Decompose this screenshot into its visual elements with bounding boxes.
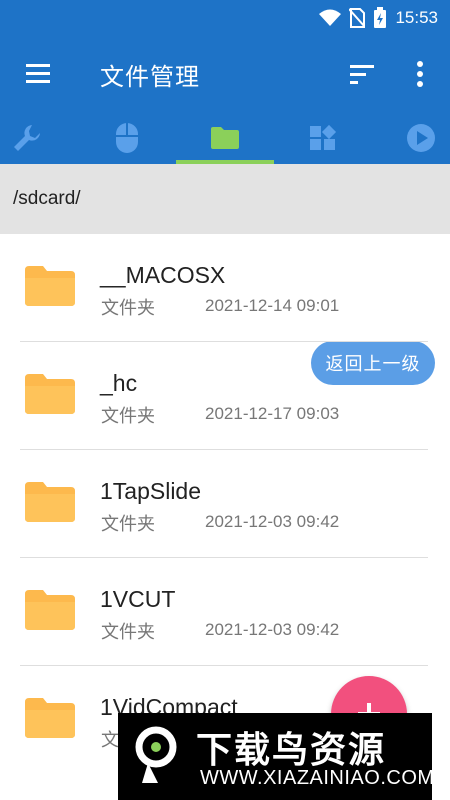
page-title: 文件管理 <box>100 63 200 91</box>
tab-mouse[interactable] <box>78 112 176 164</box>
file-type: 文件夹 <box>101 514 155 535</box>
battery-charging-icon <box>374 7 387 28</box>
mouse-icon <box>116 123 138 153</box>
folder-icon <box>211 127 239 149</box>
tab-tools[interactable] <box>0 112 76 164</box>
bird-logo-icon <box>135 726 177 783</box>
file-date: 2021-12-14 09:01 <box>205 296 340 315</box>
list-item[interactable]: __MACOSX 文件夹 2021-12-14 09:01 <box>0 234 450 342</box>
file-type: 文件夹 <box>101 298 155 319</box>
file-type: 文件夹 <box>101 622 155 643</box>
file-type: 文件夹 <box>101 406 155 427</box>
folder-icon <box>25 698 75 738</box>
path-bar: /sdcard/ 返回上一级 <box>0 164 450 385</box>
current-path: /sdcard/ <box>13 188 81 209</box>
tab-media[interactable] <box>372 112 450 164</box>
tab-apps[interactable] <box>274 112 372 164</box>
watermark-title: 下载鸟资源 <box>196 730 387 771</box>
status-bar: 15:53 <box>0 0 450 36</box>
folder-icon <box>25 482 75 522</box>
apps-icon <box>310 124 337 150</box>
tab-files[interactable] <box>176 112 274 164</box>
folder-icon <box>25 266 75 306</box>
file-name: 1TapSlide <box>100 478 202 504</box>
file-name: _hc <box>100 370 138 396</box>
play-icon <box>407 124 435 152</box>
tab-bar <box>0 112 450 164</box>
sort-icon[interactable] <box>348 62 376 86</box>
wifi-icon <box>319 9 342 26</box>
more-vert-icon[interactable] <box>410 60 430 88</box>
watermark-banner: 下载鸟资源 WWW.XIAZAINIAO.COM <box>118 713 435 800</box>
list-item[interactable]: 1VCUT 文件夹 2021-12-03 09:42 <box>0 558 450 666</box>
list-item[interactable]: 1TapSlide 文件夹 2021-12-03 09:42 <box>0 450 450 558</box>
wrench-icon <box>14 125 40 151</box>
no-sim-icon <box>349 8 366 28</box>
file-date: 2021-12-03 09:42 <box>205 620 340 639</box>
status-time: 15:53 <box>395 8 438 27</box>
file-date: 2021-12-03 09:42 <box>205 512 340 531</box>
file-name: 1VCUT <box>100 586 176 612</box>
file-name: __MACOSX <box>100 262 226 288</box>
menu-icon[interactable] <box>24 61 52 87</box>
folder-icon <box>25 374 75 414</box>
folder-icon <box>25 590 75 630</box>
watermark-url: WWW.XIAZAINIAO.COM <box>200 767 435 789</box>
list-item[interactable]: _hc 文件夹 2021-12-17 09:03 <box>0 342 450 450</box>
app-bar: 文件管理 <box>0 36 450 112</box>
file-date: 2021-12-17 09:03 <box>205 404 340 423</box>
